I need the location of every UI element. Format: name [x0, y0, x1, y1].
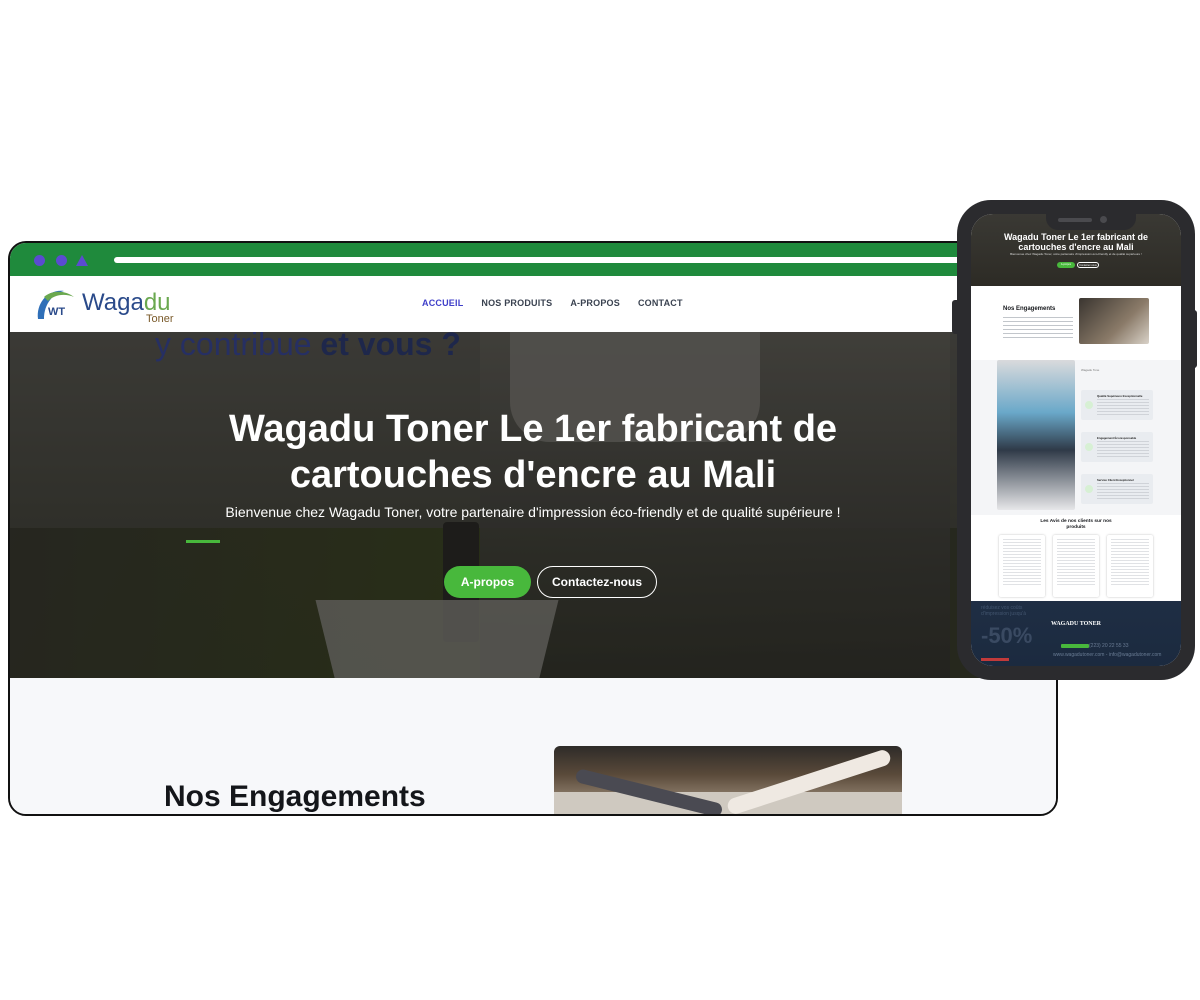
window-dot-minimize-icon[interactable]: [56, 255, 67, 266]
review-card: [999, 535, 1045, 597]
mobile-about-section: Wagadu Tone Qualité Supérieure Exception…: [971, 360, 1181, 515]
window-triangle-icon[interactable]: [76, 255, 88, 266]
nav-item-a-propos[interactable]: A-PROPOS: [570, 298, 620, 308]
hero-tagline: Bienvenue chez Wagadu Toner, votre parte…: [225, 504, 841, 520]
mobile-footer-phone: (223) 20 22 55 33: [1089, 643, 1129, 649]
mobile-team-photo: [1079, 298, 1149, 344]
mobile-hero-tagline: Bienvenue chez Wagadu Toner, votre parte…: [1010, 252, 1142, 256]
engagements-heading: Nos Engagements: [164, 780, 426, 813]
nav-item-nos-produits[interactable]: NOS PRODUITS: [481, 298, 552, 308]
phone-volume-button: [952, 300, 958, 334]
window-dot-close-icon[interactable]: [34, 255, 45, 266]
desktop-browser-mockup: WT Wagadu Toner ACCUEIL NOS PRODUITS A-P…: [8, 241, 1058, 816]
mobile-hero-title: Wagadu Toner Le 1er fabricant de cartouc…: [1003, 232, 1149, 252]
mobile-engagements-heading: Nos Engagements: [1003, 306, 1056, 312]
engagements-section: Nos Engagements: [10, 678, 1056, 814]
mobile-promo-text: réduisez vos coûts d'impression jusqu'à: [981, 605, 1026, 617]
hero-title: Wagadu Toner Le 1er fabricant de cartouc…: [228, 408, 838, 496]
mobile-feature-card: Engagement Écoresponsable: [1081, 432, 1153, 462]
site-logo[interactable]: WT Wagadu Toner: [34, 285, 194, 327]
site-navbar: WT Wagadu Toner ACCUEIL NOS PRODUITS A-P…: [10, 276, 1056, 332]
a-propos-button[interactable]: A-propos: [444, 566, 531, 598]
mobile-contact-button[interactable]: Contactez-nous: [1077, 262, 1099, 268]
mobile-feature-card: Qualité Supérieure Exceptionnelle: [1081, 390, 1153, 420]
contact-button[interactable]: Contactez-nous: [537, 566, 657, 598]
mobile-engagements-section: Nos Engagements: [971, 286, 1181, 360]
mobile-footer-cta-button[interactable]: [1061, 644, 1089, 648]
phone-screen: Wagadu Toner Le 1er fabricant de cartouc…: [971, 214, 1181, 666]
mobile-reviews-heading: Les Avis de nos clients sur nos produits: [1040, 519, 1112, 530]
nav-links: ACCUEIL NOS PRODUITS A-PROPOS CONTACT: [422, 298, 683, 308]
nav-item-contact[interactable]: CONTACT: [638, 298, 683, 308]
address-bar[interactable]: [114, 257, 1056, 263]
mobile-promo-footer: réduisez vos coûts d'impression jusqu'à …: [971, 601, 1181, 666]
eco-icon: [1085, 443, 1093, 451]
review-card: [1053, 535, 1099, 597]
quality-icon: [1085, 401, 1093, 409]
logo-subtitle: Toner: [146, 313, 174, 325]
mobile-printer-photo: [997, 360, 1075, 510]
hero-banner: y contribue et vous ? Wagadu Toner Le 1e…: [10, 332, 1056, 678]
mobile-feature-card: Service Client Exceptionnel: [1081, 474, 1153, 504]
mobile-footer-brand: WAGADU TONER: [1051, 621, 1101, 627]
phone-side-button: [1191, 310, 1197, 368]
mobile-engagements-text: [1003, 317, 1073, 339]
mobile-reviews-section: Les Avis de nos clients sur nos produits: [971, 515, 1181, 601]
mobile-a-propos-button[interactable]: A-propos: [1057, 262, 1075, 268]
hero-accent-line: [186, 540, 220, 543]
speaker-icon: [1058, 218, 1092, 222]
nav-item-accueil[interactable]: ACCUEIL: [422, 298, 463, 308]
logo-mark-icon: WT: [37, 290, 74, 319]
mockup-stage: WT Wagadu Toner ACCUEIL NOS PRODUITS A-P…: [0, 0, 1200, 1000]
phone-notch: [1046, 212, 1136, 230]
mobile-about-label: Wagadu Tone: [1081, 368, 1100, 372]
team-hands-photo: [554, 746, 902, 814]
mobile-footer-accent: [981, 658, 1009, 661]
mobile-footer-website: www.wagadutoner.com - info@wagadutoner.c…: [1053, 652, 1162, 658]
review-card: [1107, 535, 1153, 597]
camera-icon: [1100, 216, 1107, 223]
support-icon: [1085, 485, 1093, 493]
browser-chrome-bar: [10, 243, 1056, 276]
logo-mark-text: WT: [48, 306, 65, 318]
